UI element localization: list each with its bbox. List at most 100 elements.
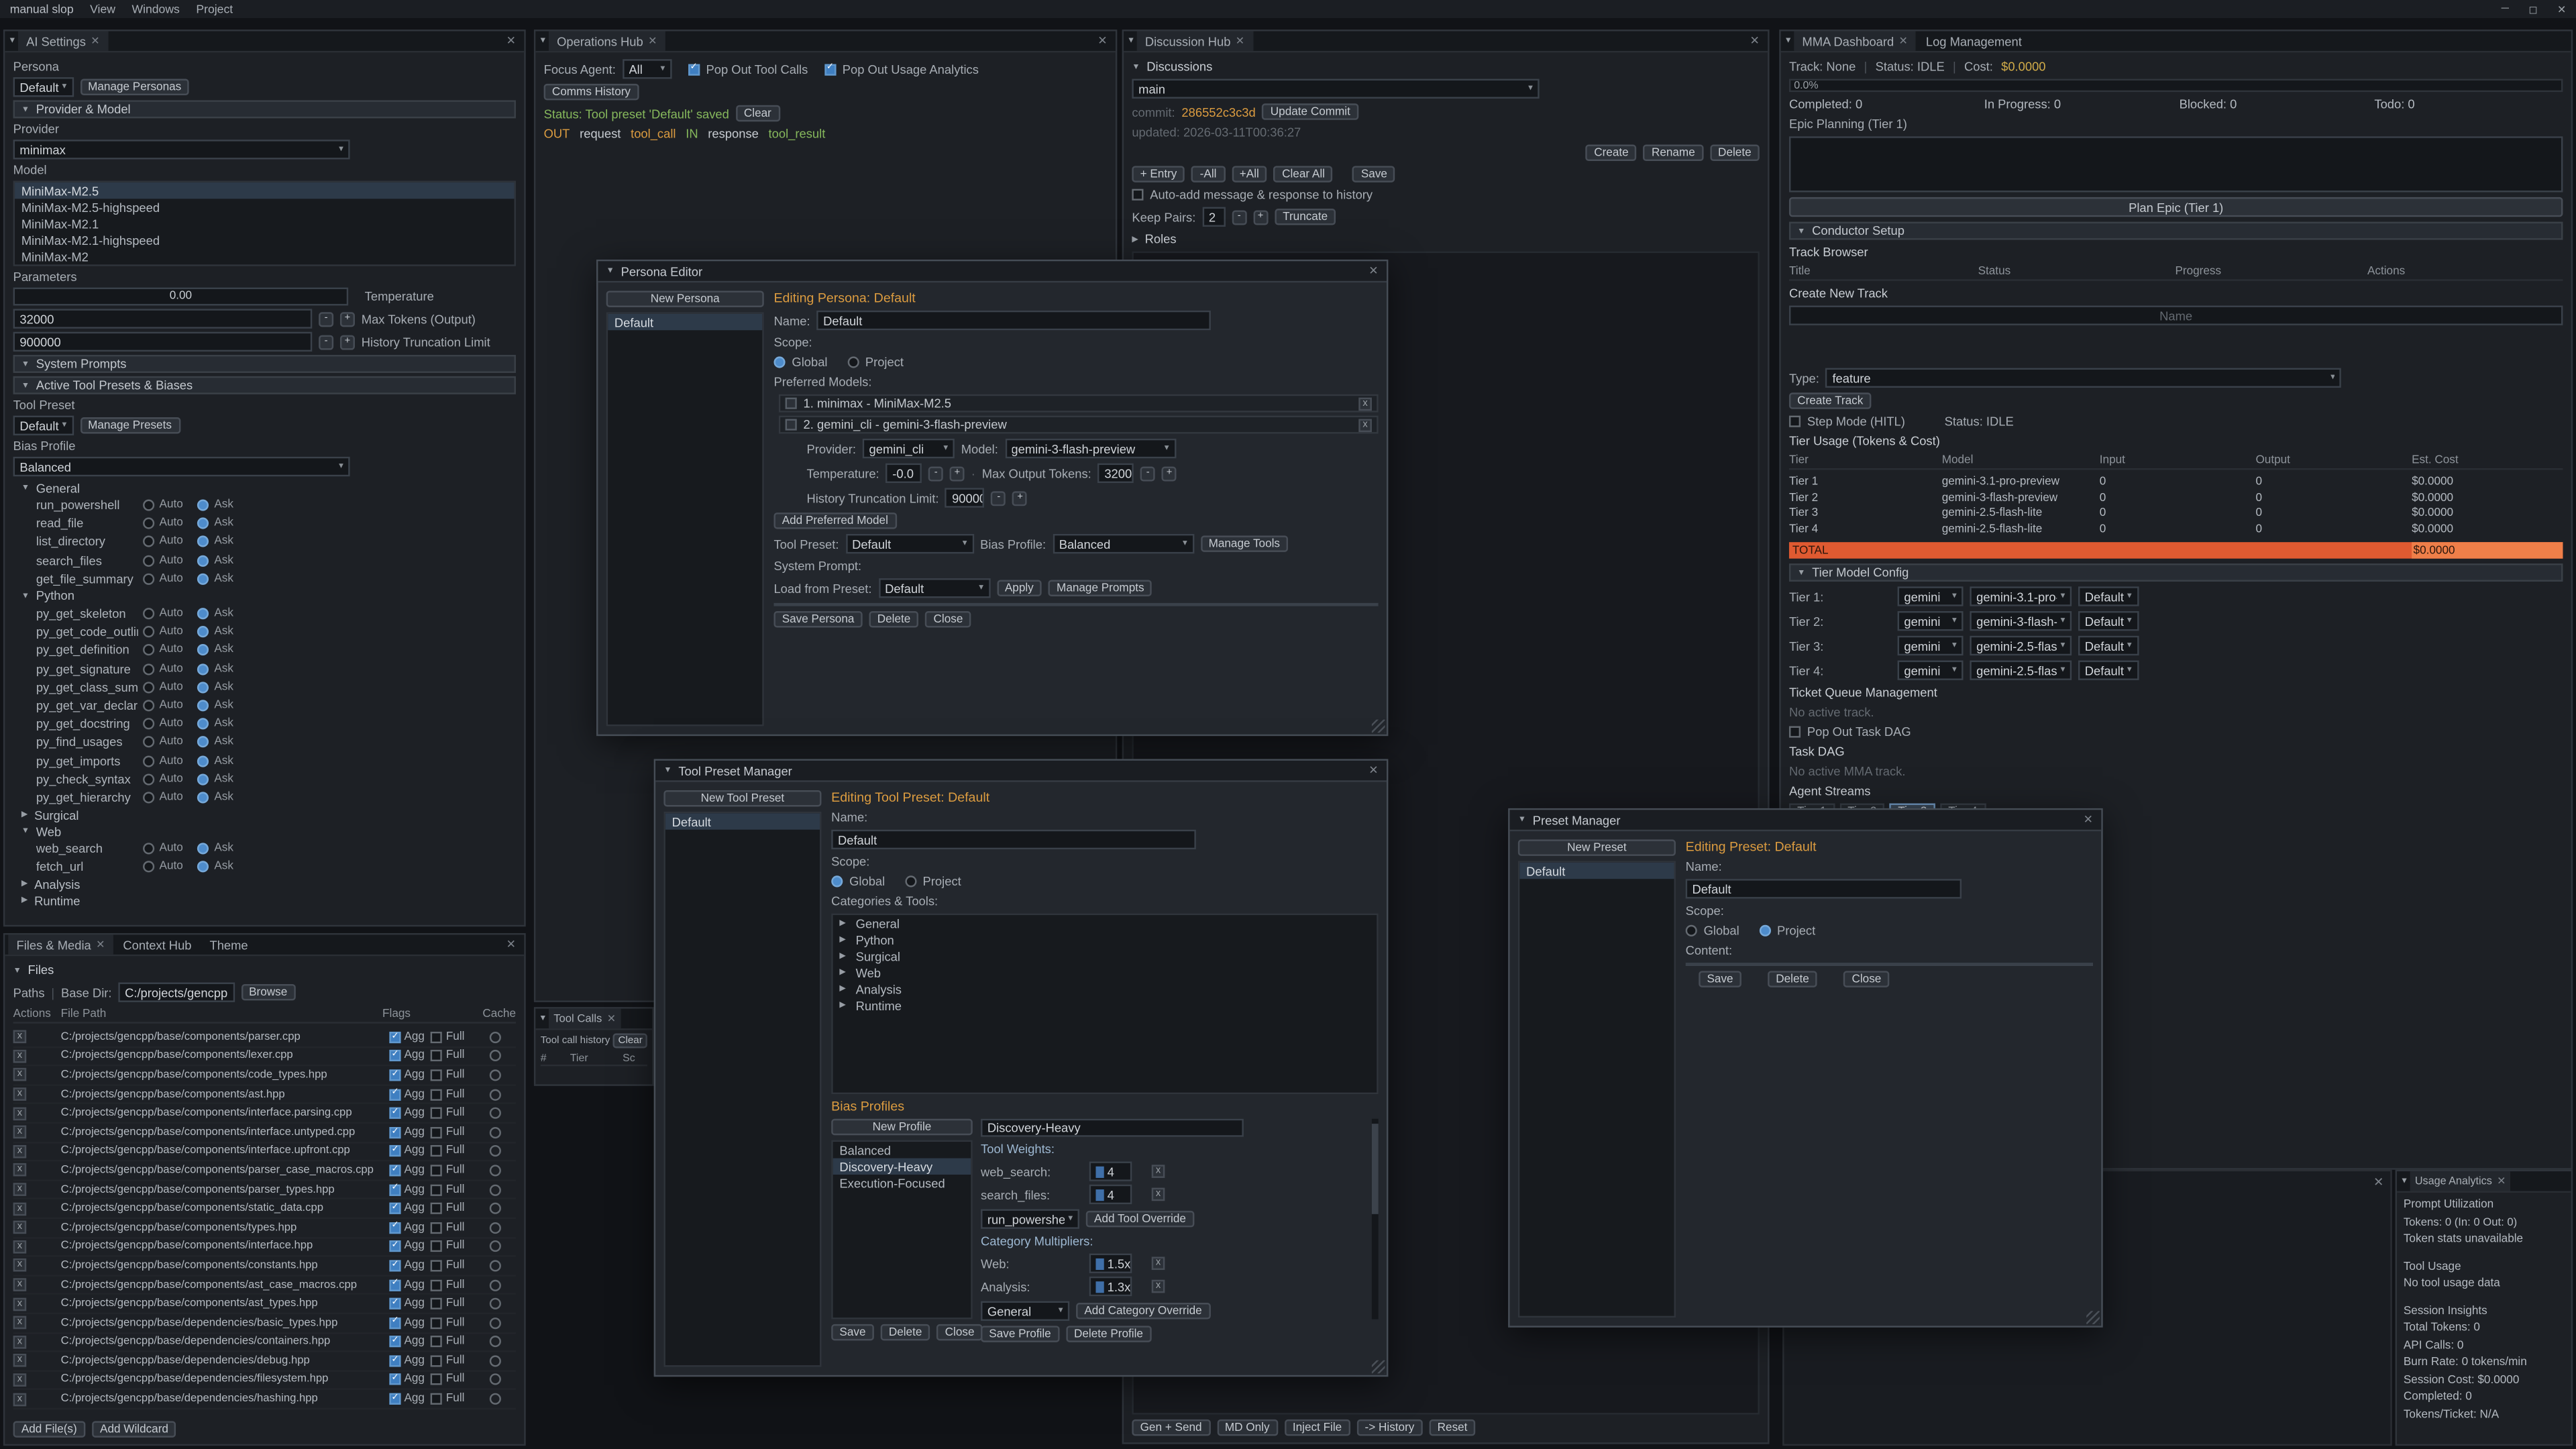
ask-radio[interactable] — [198, 843, 209, 855]
full-checkbox[interactable] — [431, 1336, 443, 1348]
cache-indicator[interactable] — [490, 1393, 501, 1405]
full-checkbox[interactable] — [431, 1108, 443, 1119]
category-item[interactable]: ▶Web — [833, 965, 1377, 981]
tool-preset-select[interactable]: Default ▾ — [13, 416, 73, 435]
agg-checkbox[interactable]: ✓ — [389, 1355, 400, 1366]
step-mode-checkbox[interactable] — [1789, 416, 1801, 427]
ask-radio[interactable] — [198, 645, 209, 656]
full-checkbox[interactable] — [431, 1298, 443, 1309]
auto-radio[interactable] — [143, 843, 154, 855]
cache-indicator[interactable] — [490, 1317, 501, 1328]
menu-view[interactable]: View — [90, 1, 115, 16]
remove-file-button[interactable]: x — [13, 1354, 27, 1368]
model-option[interactable]: MiniMax-M2.5 — [15, 182, 514, 199]
close-icon[interactable]: ✕ — [2373, 1175, 2383, 1189]
panel-close-icon[interactable]: ✕ — [501, 34, 521, 48]
tab-context-hub[interactable]: Context Hub — [115, 934, 200, 954]
apply-button[interactable]: Apply — [997, 580, 1042, 596]
tool-group-python[interactable]: ▼Python — [13, 588, 516, 604]
remove-file-button[interactable]: x — [13, 1393, 27, 1406]
auto-radio[interactable] — [143, 792, 154, 803]
dialog-close-icon[interactable]: ✕ — [2084, 813, 2093, 826]
agg-checkbox[interactable]: ✓ — [389, 1069, 400, 1081]
cache-indicator[interactable] — [490, 1184, 501, 1195]
new-preset-button[interactable]: New Preset — [1518, 839, 1676, 855]
drag-handle[interactable] — [1095, 1189, 1104, 1200]
close-button[interactable]: Close — [925, 611, 971, 627]
auto-radio[interactable] — [143, 645, 154, 656]
remove-file-button[interactable]: x — [13, 1316, 27, 1330]
full-checkbox[interactable] — [431, 1279, 443, 1291]
add-tool-select[interactable]: run_powershell ▾ — [981, 1209, 1079, 1228]
drag-handle[interactable] — [1095, 1166, 1104, 1177]
auto-radio[interactable] — [143, 718, 154, 730]
tab-discussion-hub[interactable]: Discussion Hub ✕ — [1137, 32, 1253, 51]
tier-preset-select[interactable]: Default▾ — [2078, 636, 2138, 655]
agg-checkbox[interactable]: ✓ — [389, 1089, 400, 1100]
delete-button[interactable]: Delete — [881, 1324, 930, 1340]
remove-file-button[interactable]: x — [13, 1087, 27, 1101]
tool-group-surgical[interactable]: ▶Surgical — [13, 806, 516, 822]
cache-indicator[interactable] — [490, 1089, 501, 1100]
temperature-slider[interactable]: 0.00 — [13, 288, 349, 306]
preset-content-input[interactable] — [1686, 963, 2093, 966]
agg-checkbox[interactable]: ✓ — [389, 1375, 400, 1386]
rename-discussion-button[interactable]: Rename — [1644, 145, 1703, 161]
auto-radio[interactable] — [143, 608, 154, 619]
ask-radio[interactable] — [198, 700, 209, 711]
tab-log-management[interactable]: Log Management — [1918, 32, 2030, 51]
remove-file-button[interactable]: x — [13, 1373, 27, 1387]
tier-model-config-section[interactable]: ▼ Tier Model Config — [1789, 564, 2563, 582]
multiplier-input[interactable]: 1.3x — [1089, 1277, 1132, 1296]
tier-model-select[interactable]: gemini-3.1-pro-preview▾ — [1970, 586, 2072, 606]
history-limit-input[interactable]: 900000 — [945, 488, 985, 507]
ask-radio[interactable] — [198, 773, 209, 785]
ask-radio[interactable] — [198, 663, 209, 674]
preset-name-input[interactable]: Default — [1686, 879, 1962, 898]
auto-radio[interactable] — [143, 573, 154, 584]
tab-close-icon[interactable]: ✕ — [91, 34, 99, 48]
base-dir-input[interactable]: C:/projects/gencpp — [118, 982, 234, 1002]
menu-windows[interactable]: Windows — [131, 1, 179, 16]
all-button[interactable]: +All — [1232, 166, 1268, 182]
add-tool-override-button[interactable]: Add Tool Override — [1086, 1211, 1194, 1227]
full-checkbox[interactable] — [431, 1203, 443, 1214]
new-persona-button[interactable]: New Persona — [606, 290, 764, 307]
pop-out-tool-calls-checkbox[interactable]: ✓ — [688, 63, 700, 74]
max-tokens-input[interactable]: 32000 — [13, 309, 313, 328]
reorder-handle[interactable] — [786, 419, 797, 430]
tool-preset-option[interactable]: Default — [665, 813, 820, 829]
remove-multiplier-button[interactable]: x — [1152, 1256, 1165, 1270]
increment-button[interactable]: + — [950, 466, 965, 480]
maximize-icon[interactable]: ◻ — [2528, 3, 2537, 16]
auto-radio[interactable] — [143, 518, 154, 529]
full-checkbox[interactable] — [431, 1069, 443, 1081]
entry-button[interactable]: + Entry — [1132, 166, 1185, 182]
caret-icon[interactable]: ▼ — [1132, 62, 1140, 72]
collapse-caret-icon[interactable]: ▼ — [2400, 1176, 2408, 1186]
auto-radio[interactable] — [143, 500, 154, 511]
minimize-icon[interactable]: ─ — [2502, 3, 2509, 16]
cache-indicator[interactable] — [490, 1241, 501, 1252]
delete-persona-button[interactable]: Delete — [869, 611, 918, 627]
cache-indicator[interactable] — [490, 1165, 501, 1176]
panel-close-icon[interactable]: ✕ — [501, 938, 521, 951]
multiplier-input[interactable]: 1.5x — [1089, 1254, 1132, 1273]
bias-profile-option[interactable]: Execution-Focused — [833, 1175, 971, 1191]
history-button[interactable]: -> History — [1356, 1419, 1422, 1436]
manage-prompts-button[interactable]: Manage Prompts — [1049, 580, 1152, 596]
epic-planning-input[interactable] — [1789, 136, 2563, 192]
increment-button[interactable]: + — [340, 311, 355, 326]
gen-send-button[interactable]: Gen + Send — [1132, 1419, 1210, 1436]
pref-model-select[interactable]: gemini-3-flash-preview ▾ — [1005, 439, 1176, 458]
ask-radio[interactable] — [198, 555, 209, 566]
tab-close-icon[interactable]: ✕ — [2497, 1175, 2506, 1188]
ask-radio[interactable] — [198, 608, 209, 619]
agg-checkbox[interactable]: ✓ — [389, 1279, 400, 1291]
temperature-input[interactable]: -0.0 — [885, 464, 922, 483]
add-category-select[interactable]: General ▾ — [981, 1301, 1069, 1321]
conductor-setup-section[interactable]: ▼ Conductor Setup — [1789, 222, 2563, 240]
browse-button[interactable]: Browse — [241, 984, 296, 1000]
agg-checkbox[interactable]: ✓ — [389, 1126, 400, 1138]
remove-file-button[interactable]: x — [13, 1336, 27, 1349]
